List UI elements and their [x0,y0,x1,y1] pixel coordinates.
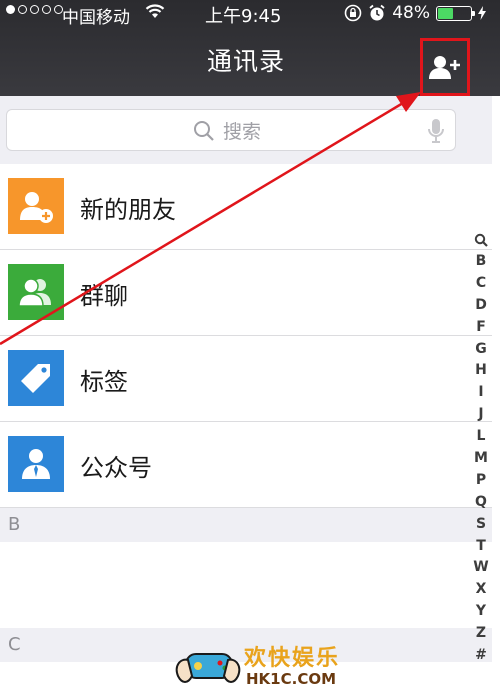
wifi-icon [145,4,165,18]
list-item-tags[interactable]: 标签 [0,336,492,422]
index-letter[interactable]: T [476,536,486,558]
index-letter[interactable]: # [475,645,487,667]
tag-tile [8,350,64,406]
status-bar: 中国移动 上午9:45 48% [0,0,492,28]
index-letter[interactable]: L [477,426,486,448]
group-chat-icon [18,278,51,307]
watermark-title: 欢快娱乐 [244,646,341,671]
list-item-label: 新的朋友 [80,196,176,224]
charging-icon [478,6,486,20]
carrier-name: 中国移动 [62,8,130,28]
alphabet-index[interactable]: B C D F G H I J L M P Q S T W X Y Z # [470,232,492,667]
index-letter[interactable]: J [478,404,483,426]
add-contact-button[interactable] [420,38,470,96]
orientation-lock-icon [344,4,362,22]
list-item-group-chat[interactable]: 群聊 [0,250,492,336]
index-letter[interactable]: Y [476,601,486,623]
index-letter[interactable]: B [476,251,487,273]
microphone-icon[interactable] [427,118,445,144]
index-letter[interactable]: M [474,448,488,470]
index-letter[interactable]: I [478,382,483,404]
new-friend-icon [20,192,53,223]
index-letter[interactable]: G [475,339,487,361]
official-account-icon [22,449,50,479]
battery-icon [436,5,475,21]
index-letter[interactable]: F [476,317,486,339]
list-item-new-friends[interactable]: 新的朋友 [0,164,492,250]
index-letter[interactable]: P [476,470,486,492]
index-letter[interactable]: C [476,273,486,295]
list-item-label: 标签 [80,368,128,396]
watermark-site: HK1C.COM [246,670,337,688]
new-friend-tile [8,178,64,234]
alarm-icon [369,4,385,21]
index-letter[interactable]: Z [476,623,486,645]
status-time: 上午9:45 [205,6,282,27]
page-title: 通讯录 [206,47,285,76]
signal-strength-icon [6,5,63,14]
index-search-icon[interactable] [474,232,488,248]
search-input[interactable]: 搜索 [6,109,456,151]
search-placeholder: 搜索 [223,121,262,143]
search-bar: 搜索 [0,96,492,164]
add-contact-icon [429,56,460,79]
contact-list: 新的朋友 群聊 标签 公众号 [0,164,492,508]
section-header-b: B [0,508,492,542]
group-chat-tile [8,264,64,320]
index-letter[interactable]: X [476,579,487,601]
index-letter[interactable]: S [476,514,486,536]
battery-percent: 48% [392,3,430,23]
index-letter[interactable]: W [473,557,488,579]
index-letter[interactable]: Q [475,492,487,514]
official-account-tile [8,436,64,492]
tag-icon [21,364,50,393]
index-letter[interactable]: D [475,295,487,317]
top-bar: 中国移动 上午9:45 48% 通讯录 [0,0,500,96]
search-icon [194,120,214,141]
list-item-label: 公众号 [80,454,152,482]
list-item-official-accounts[interactable]: 公众号 [0,422,492,508]
watermark: 欢快娱乐 HK1C.COM [172,636,342,694]
index-letter[interactable]: H [475,360,487,382]
list-item-label: 群聊 [80,282,128,310]
gamepad-hands-icon [175,653,241,683]
